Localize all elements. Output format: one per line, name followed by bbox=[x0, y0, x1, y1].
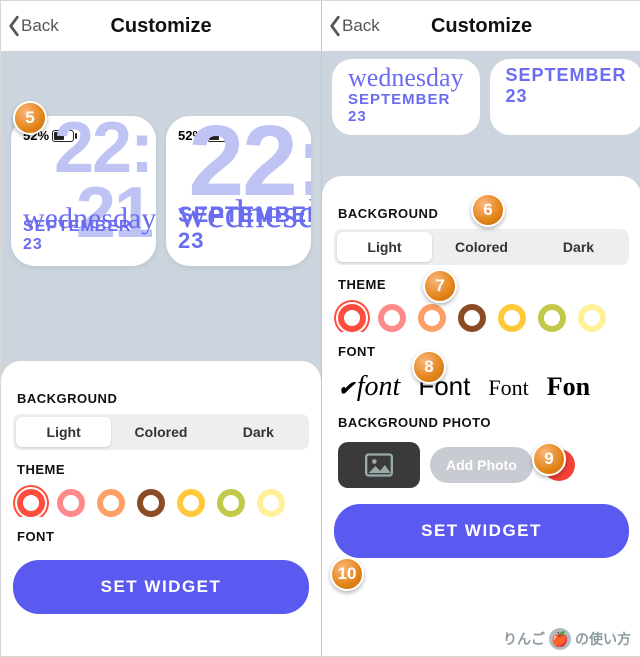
font-option[interactable]: ✔font bbox=[338, 371, 400, 403]
customize-sheet: BACKGROUND Light Colored Dark THEME FONT… bbox=[1, 361, 321, 656]
widget-preview: 52% 22:21 wednesday SEPTEMBER 23 52% 22: bbox=[1, 51, 321, 266]
theme-swatch[interactable] bbox=[538, 304, 566, 332]
theme-swatch[interactable] bbox=[418, 304, 446, 332]
font-option[interactable]: Fon bbox=[547, 372, 590, 402]
font-label: FONT bbox=[338, 344, 625, 359]
page-title: Customize bbox=[1, 15, 321, 38]
theme-swatch[interactable] bbox=[257, 489, 285, 517]
theme-swatch[interactable] bbox=[17, 489, 45, 517]
bg-photo-label: BACKGROUND PHOTO bbox=[338, 415, 625, 430]
theme-swatch[interactable] bbox=[338, 304, 366, 332]
callout-6: 6 bbox=[471, 193, 505, 227]
theme-swatch[interactable] bbox=[458, 304, 486, 332]
image-icon bbox=[365, 453, 393, 477]
widget-date: SEPTEMBER 23 bbox=[23, 218, 156, 254]
photo-thumbnail[interactable] bbox=[338, 442, 420, 488]
widget-preview-large[interactable]: 52% 22: wednesday SEPTEMBER 23 bbox=[166, 116, 311, 266]
bg-option-colored[interactable]: Colored bbox=[113, 417, 208, 447]
callout-9: 9 bbox=[532, 442, 566, 476]
set-widget-button[interactable]: SET WIDGET bbox=[13, 560, 309, 614]
header: Back Customize bbox=[322, 1, 640, 51]
set-widget-button[interactable]: SET WIDGET bbox=[334, 504, 629, 558]
background-segmented[interactable]: Light Colored Dark bbox=[334, 229, 629, 265]
theme-swatch[interactable] bbox=[578, 304, 606, 332]
callout-7: 7 bbox=[423, 269, 457, 303]
widget-preview-mini[interactable]: wednesday SEPTEMBER 23 bbox=[332, 59, 480, 135]
font-options: ✔font Font Font Fon bbox=[334, 367, 629, 403]
background-label: BACKGROUND bbox=[17, 391, 305, 406]
widget-date: SEPTEMBER 23 bbox=[348, 91, 464, 125]
bg-option-dark[interactable]: Dark bbox=[531, 232, 626, 262]
theme-swatch[interactable] bbox=[217, 489, 245, 517]
theme-label: THEME bbox=[17, 462, 305, 477]
callout-8: 8 bbox=[412, 350, 446, 384]
font-option[interactable]: Font bbox=[488, 375, 528, 401]
widget-preview-small[interactable]: 52% 22:21 wednesday SEPTEMBER 23 bbox=[11, 116, 156, 266]
bg-option-light[interactable]: Light bbox=[337, 232, 432, 262]
widget-date: SEPTEMBER 23 bbox=[506, 65, 627, 107]
bg-option-light[interactable]: Light bbox=[16, 417, 111, 447]
theme-swatch[interactable] bbox=[137, 489, 165, 517]
widget-day: wednesday bbox=[348, 65, 464, 91]
theme-swatches bbox=[334, 300, 629, 332]
theme-swatches bbox=[13, 485, 309, 517]
widget-date: SEPTEMBER 23 bbox=[178, 202, 311, 254]
header: Back Customize bbox=[1, 1, 321, 51]
widget-preview-mini[interactable]: SEPTEMBER 23 bbox=[490, 59, 640, 135]
bg-option-colored[interactable]: Colored bbox=[434, 232, 529, 262]
apple-icon: 🍎 bbox=[549, 628, 571, 650]
background-segmented[interactable]: Light Colored Dark bbox=[13, 414, 309, 450]
theme-swatch[interactable] bbox=[57, 489, 85, 517]
page-title: Customize bbox=[322, 15, 640, 38]
theme-swatch[interactable] bbox=[97, 489, 125, 517]
theme-swatch[interactable] bbox=[378, 304, 406, 332]
add-photo-button[interactable]: Add Photo bbox=[430, 447, 533, 483]
callout-5: 5 bbox=[13, 101, 47, 135]
customize-sheet: BACKGROUND Light Colored Dark THEME FONT… bbox=[322, 176, 640, 656]
watermark: りんご 🍎 の使い方 bbox=[503, 628, 631, 650]
theme-label: THEME bbox=[338, 277, 625, 292]
callout-10: 10 bbox=[330, 557, 364, 591]
theme-swatch[interactable] bbox=[498, 304, 526, 332]
font-label: FONT bbox=[17, 529, 305, 544]
bg-option-dark[interactable]: Dark bbox=[211, 417, 306, 447]
theme-swatch[interactable] bbox=[177, 489, 205, 517]
